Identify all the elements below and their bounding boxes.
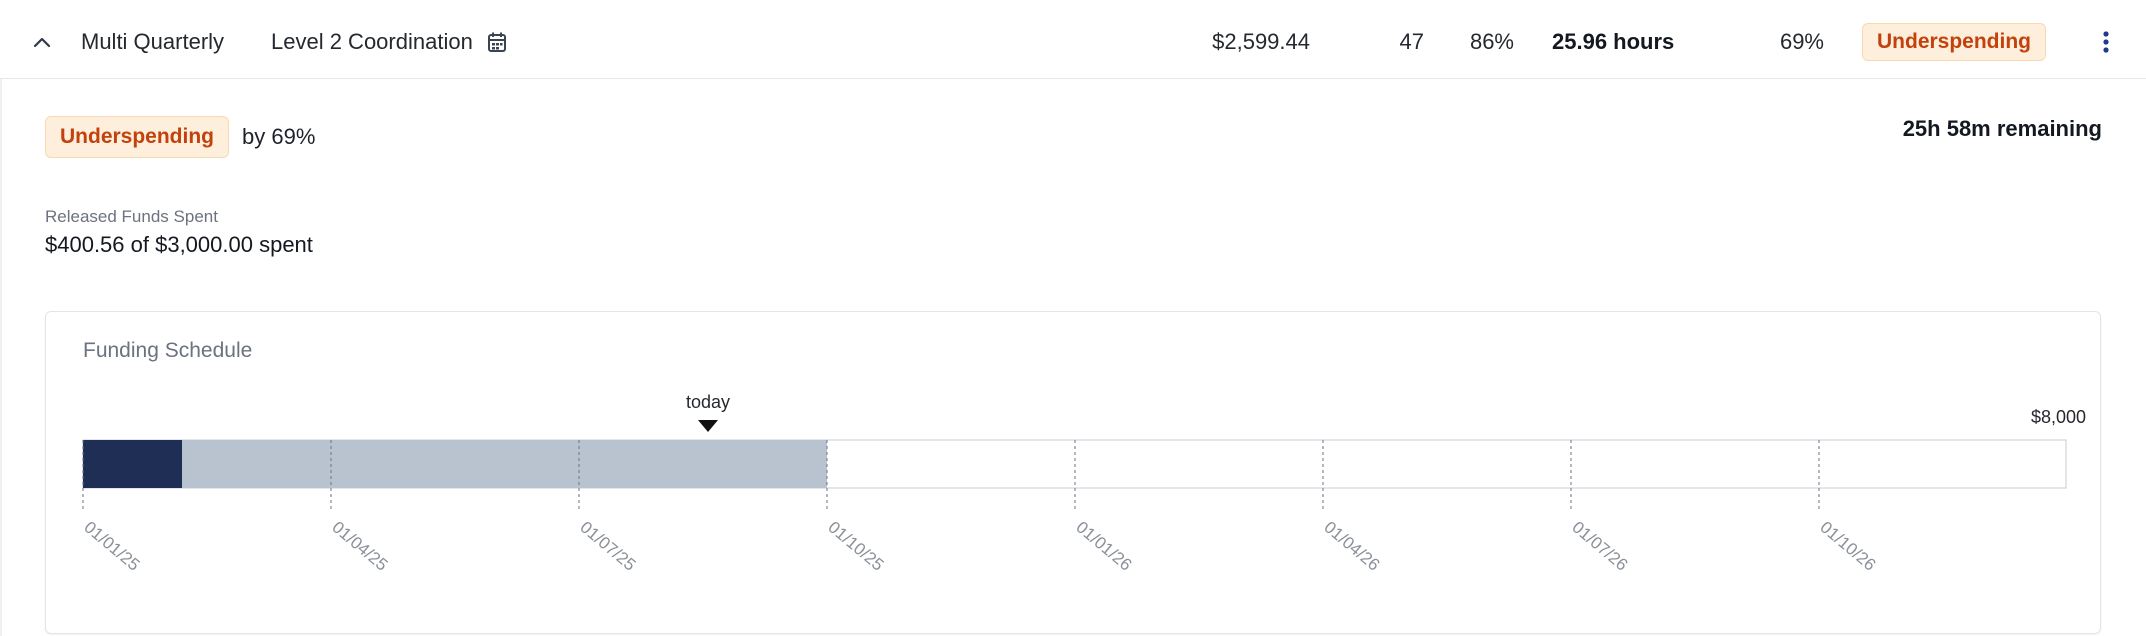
status-suffix: by 69% xyxy=(242,124,316,149)
funding-schedule-card: Funding Schedule today $8,000 01/01/25 01… xyxy=(45,311,2101,634)
row-count: 47 xyxy=(1399,29,1424,54)
row-percent-b: 69% xyxy=(1779,29,1824,54)
today-marker-icon xyxy=(698,420,718,432)
row-hours: 25.96 hours xyxy=(1552,29,1675,54)
tick-label: 01/10/25 xyxy=(824,518,887,575)
max-amount-label: $8,000 xyxy=(2031,407,2086,427)
tick-label: 01/10/26 xyxy=(1816,518,1879,575)
today-label: today xyxy=(686,392,730,412)
status-badge: Underspending xyxy=(1862,23,2047,61)
spent-segment xyxy=(83,440,182,488)
tick-label: 01/01/25 xyxy=(80,518,143,575)
funding-row[interactable]: Multi Quarterly Level 2 Coordination $2,… xyxy=(0,6,2146,79)
tick-label: 01/04/26 xyxy=(1320,518,1383,575)
row-name: Multi Quarterly xyxy=(81,29,225,54)
funding-schedule-chart: today $8,000 01/01/25 01/04/25 01/07/25 01/… xyxy=(80,392,2086,575)
tick-label: 01/07/25 xyxy=(576,518,639,575)
calendar-icon[interactable] xyxy=(484,6,510,78)
time-remaining: 25h 58m remaining xyxy=(1902,116,2102,141)
released-funds-value: $400.56 of $3,000.00 spent xyxy=(45,232,313,257)
kebab-menu-icon[interactable] xyxy=(2092,6,2120,78)
released-funds-label: Released Funds Spent xyxy=(45,207,218,226)
row-status-cell: Underspending xyxy=(1862,6,2047,78)
tick-label: 01/04/25 xyxy=(328,518,391,575)
row-amount: $2,599.44 xyxy=(1212,29,1310,54)
chevron-up-icon[interactable] xyxy=(28,6,56,78)
status-summary: Underspending by 69% xyxy=(45,116,315,158)
row-level: Level 2 Coordination xyxy=(271,29,473,54)
panel-border xyxy=(0,79,2,636)
row-percent-a: 86% xyxy=(1469,29,1514,54)
tick-label: 01/07/26 xyxy=(1568,518,1631,575)
tick-label: 01/01/26 xyxy=(1072,518,1135,575)
released-segment xyxy=(83,440,827,488)
detail-status-badge: Underspending xyxy=(45,116,230,158)
